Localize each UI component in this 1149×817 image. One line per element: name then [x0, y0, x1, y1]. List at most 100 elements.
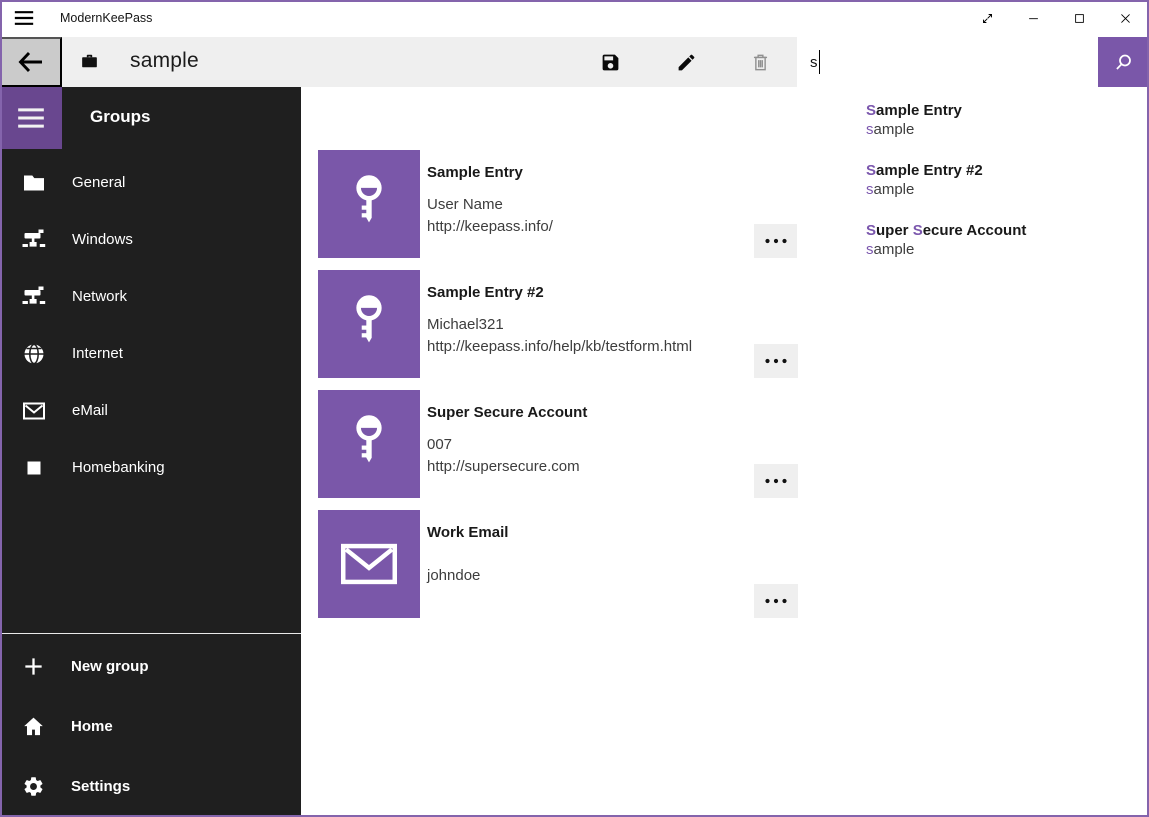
key-icon [346, 291, 392, 357]
close-icon [1118, 11, 1133, 26]
sidebar-item-label: Network [72, 288, 127, 305]
groups-header: Groups [90, 87, 150, 149]
entry-row-sample-entry[interactable]: Sample EntryUser Namehttp://keepass.info… [318, 150, 799, 258]
sidebar-separator [0, 633, 301, 634]
entry-title: Work Email [427, 524, 508, 541]
entry-url: http://keepass.info/ [427, 216, 553, 238]
entry-title: Super Secure Account [427, 404, 587, 421]
maximize-button[interactable] [1056, 0, 1102, 37]
match-highlight: S [913, 222, 923, 239]
entry-title: Sample Entry [427, 164, 523, 181]
result-subtitle: sample [866, 241, 1147, 258]
sidebar-action-settings[interactable]: Settings [0, 756, 301, 816]
match-highlight: S [866, 162, 876, 179]
sidebar-item-network[interactable]: Network [0, 268, 301, 325]
text-segment: ample Entry #2 [876, 162, 983, 179]
text-segment: ample Entry [876, 102, 962, 119]
search-result-sample-entry-2[interactable]: Sample Entry #2sample [797, 152, 1147, 212]
appbar: sample [0, 37, 797, 87]
entry-row-work-email[interactable]: Work Email johndoe [318, 510, 799, 618]
entry-tile[interactable] [318, 510, 420, 618]
sidebar-item-label: Windows [72, 231, 133, 248]
text-segment: uper [876, 222, 913, 239]
sidebar-action-new-group[interactable]: New group [0, 636, 301, 696]
back-arrow-icon [18, 51, 44, 73]
search-box [797, 37, 1098, 87]
entry-username: Michael321 [427, 314, 692, 336]
entry-username: johndoe [427, 565, 480, 587]
text-cursor [819, 50, 820, 74]
more-button[interactable] [754, 224, 798, 258]
nav-menu-button[interactable] [0, 87, 62, 149]
caption-buttons [964, 0, 1148, 37]
sidebar-item-general[interactable]: General [0, 154, 301, 211]
sidebar-item-internet[interactable]: Internet [0, 325, 301, 382]
more-icon [764, 237, 788, 245]
text-segment: ample [874, 181, 915, 198]
folder-icon [22, 171, 46, 195]
save-button[interactable] [588, 37, 632, 87]
sidebar-item-label: Home [71, 718, 113, 735]
minimize-button[interactable] [1010, 0, 1056, 37]
entry-row-super-secure-account[interactable]: Super Secure Account 007http://supersecur… [318, 390, 799, 498]
network-icon [22, 228, 46, 252]
group-list: General Windows Network Internet eMailHomeba… [0, 154, 301, 496]
fullscreen-button[interactable] [964, 0, 1010, 37]
sidebar-action-home[interactable]: Home [0, 696, 301, 756]
gear-icon [22, 775, 45, 798]
entry-url: http://keepass.info/help/kb/testform.htm… [427, 336, 692, 358]
network-icon [22, 285, 46, 309]
text-segment: ample [874, 241, 915, 258]
text-segment: ample [874, 121, 915, 138]
entry-tile[interactable] [318, 390, 420, 498]
match-highlight: s [866, 121, 874, 138]
minimize-icon [1026, 11, 1041, 26]
search-result-sample-entry[interactable]: Sample Entrysample [797, 92, 1147, 152]
pencil-icon [676, 52, 697, 73]
hamburger-icon [17, 107, 45, 129]
more-button[interactable] [754, 344, 798, 378]
sidebar-item-label: General [72, 174, 125, 191]
more-button[interactable] [754, 464, 798, 498]
entry-username: 007 [427, 434, 580, 456]
sidebar-item-windows[interactable]: Windows [0, 211, 301, 268]
entry-details: Michael321http://keepass.info/help/kb/te… [427, 314, 692, 358]
trash-icon [750, 52, 771, 73]
sidebar-item-label: New group [71, 658, 149, 675]
expand-icon [980, 11, 995, 26]
sidebar-item-label: Internet [72, 345, 123, 362]
match-highlight: S [866, 102, 876, 119]
search-icon [1114, 52, 1134, 72]
result-subtitle: sample [866, 181, 1147, 198]
entry-title: Sample Entry #2 [427, 284, 544, 301]
delete-button [738, 37, 782, 87]
search-input[interactable] [797, 37, 1098, 87]
hamburger-icon[interactable] [14, 10, 34, 26]
database-title: sample [130, 37, 199, 87]
sidebar-actions: New group Home Settings [0, 636, 301, 816]
sidebar: Groups General Windows Network Internet eMai… [0, 87, 301, 817]
more-button[interactable] [754, 584, 798, 618]
entry-tile[interactable] [318, 270, 420, 378]
result-title: Sample Entry #2 [866, 152, 1147, 179]
more-icon [764, 357, 788, 365]
result-title: Super Secure Account [866, 212, 1147, 239]
match-highlight: s [866, 181, 874, 198]
result-subtitle: sample [866, 121, 1147, 138]
more-icon [764, 477, 788, 485]
square-icon [22, 456, 46, 480]
entry-row-sample-entry-2[interactable]: Sample Entry #2 Michael321http://keepass.… [318, 270, 799, 378]
entry-tile[interactable] [318, 150, 420, 258]
mail-icon [341, 543, 397, 585]
sidebar-item-label: Settings [71, 778, 130, 795]
sidebar-item-homebanking[interactable]: Homebanking [0, 439, 301, 496]
key-icon [346, 171, 392, 237]
sidebar-item-email[interactable]: eMail [0, 382, 301, 439]
search-result-super-secure-account[interactable]: Super Secure Account sample [797, 212, 1147, 272]
close-button[interactable] [1102, 0, 1148, 37]
entry-details: 007http://supersecure.com [427, 434, 580, 478]
search-button[interactable] [1098, 37, 1149, 87]
edit-button[interactable] [664, 37, 708, 87]
back-button[interactable] [0, 37, 62, 87]
globe-icon [22, 342, 46, 366]
